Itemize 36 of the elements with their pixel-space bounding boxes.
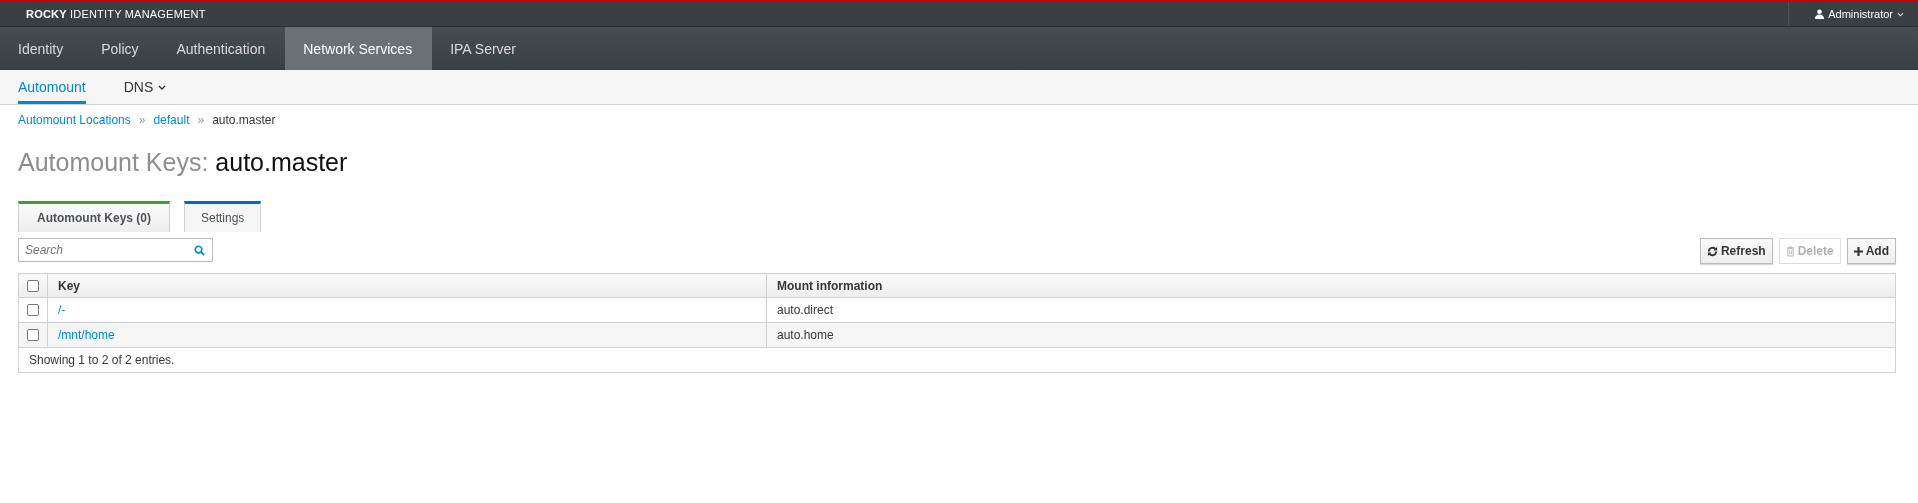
column-header: Key [47, 273, 767, 298]
caret-icon [158, 84, 167, 90]
breadcrumb-link[interactable]: default [153, 113, 190, 127]
user-icon [1815, 9, 1825, 19]
facet-tab[interactable]: Settings [184, 201, 262, 232]
column-header: Mount information [766, 273, 1896, 298]
subnav-tab[interactable]: DNS [123, 70, 167, 104]
breadcrumb-link[interactable]: Automount Locations [18, 113, 131, 127]
breadcrumb-current: auto.master [212, 113, 276, 127]
add-button[interactable]: Add [1846, 238, 1896, 264]
nav-tab[interactable]: Network Services [285, 27, 433, 70]
trash-icon [1785, 245, 1795, 257]
table-cell: auto.home [766, 322, 1896, 348]
refresh-button[interactable]: Refresh [1699, 238, 1773, 264]
search-field[interactable]: Search [18, 238, 213, 262]
nav-tab[interactable]: Policy [83, 27, 159, 70]
refresh-icon [1706, 245, 1718, 257]
subnav-tab[interactable]: Automount [18, 70, 86, 104]
plus-icon [1853, 246, 1863, 256]
caret-icon [1897, 11, 1904, 17]
nav-tab[interactable]: Identity [0, 27, 84, 70]
facet-tab[interactable]: Automount Keys (0) [18, 201, 170, 232]
key-link[interactable]: /- [58, 303, 66, 317]
search-icon [194, 245, 205, 256]
select-all-checkbox[interactable] [27, 279, 39, 292]
key-link[interactable]: /mnt/home [58, 328, 115, 342]
breadcrumb-separator: » [138, 113, 146, 127]
page-title: Automount Keys: auto.master [18, 148, 349, 177]
nav-tab[interactable]: Authentication [158, 27, 286, 70]
nav-tab[interactable]: IPA Server [432, 27, 537, 70]
brand-logo: ROCKY IDENTITY MANAGEMENT [26, 8, 206, 20]
row-checkbox[interactable] [27, 304, 39, 316]
row-checkbox[interactable] [27, 329, 39, 341]
breadcrumb-separator: » [197, 113, 205, 127]
table-cell: auto.direct [766, 297, 1896, 323]
table-footer: Showing 1 to 2 of 2 entries. [18, 347, 1896, 373]
